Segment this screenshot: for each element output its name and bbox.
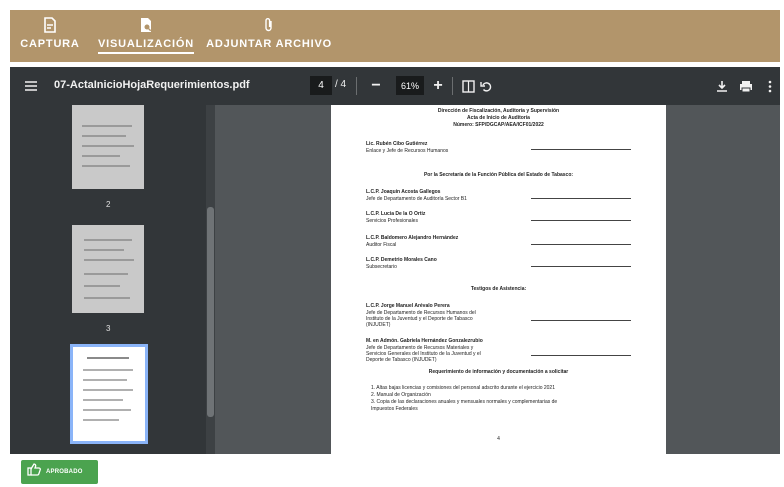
approve-button-label: APROBADO [46,469,83,475]
pdf-page: Dirección de Fiscalización, Auditoría y … [331,105,666,454]
tab-captura-label: CAPTURA [20,38,80,50]
signature-line [531,266,631,267]
signature-line [531,355,631,356]
signer-name: L.C.P. Baldomero Alejandro Hernández [366,235,459,241]
thumbnail-sidebar: 2 3 [10,105,215,454]
thumbs-up-icon [27,463,41,481]
tab-bar: CAPTURA VISUALIZACIÓN ADJUNTAR ARCHIVO [10,10,780,62]
fit-page-icon[interactable] [458,76,478,96]
witness-role: Deporte de Tabasco (INJUDET) [366,357,437,363]
doc-page-number: 4 [497,436,500,442]
more-options-icon[interactable] [760,76,780,96]
document-scrollbar[interactable] [770,105,780,454]
requirement-item: 2. Manual de Organización [371,392,431,398]
thumbnail-scrollbar-handle[interactable] [207,207,214,417]
witness-role: (INJUDET) [366,322,391,328]
requirement-item: 1. Altas bajas licencias y comisiones de… [371,385,555,391]
signer-name: L.C.P. Demetrio Morales Cano [366,257,437,263]
paperclip-icon [261,16,277,34]
pdf-viewer: 07-ActaInicioHojaRequerimientos.pdf 4 / … [10,67,780,454]
pdf-filename: 07-ActaInicioHojaRequerimientos.pdf [54,79,250,91]
signature-line [531,244,631,245]
signature-line [531,149,631,150]
zoom-out-button[interactable]: − [366,76,386,96]
signer-role: Jefe de Departamento de Auditoría Sector… [366,196,467,202]
thumbnail-page-2[interactable] [72,225,144,313]
requirement-item: 3. Copia de las declaraciones anuales y … [371,399,558,405]
zoom-level-input[interactable]: 61% [396,76,424,95]
edit-document-icon [42,16,58,34]
page-number-input[interactable]: 4 [310,76,332,95]
signature-line [531,198,631,199]
toolbar-divider [452,77,453,95]
tab-adjuntar-archivo[interactable]: ADJUNTAR ARCHIVO [206,16,331,58]
signature-line [531,220,631,221]
signer-role: Auditor Fiscal [366,242,397,248]
requirements-heading: Requerimiento de información y documenta… [428,369,569,375]
document-view-icon [138,16,154,34]
tab-visualizacion[interactable]: VISUALIZACIÓN [98,16,194,58]
witness-name: M. en Admón. Gabriela Hernández Gonzalez… [366,338,483,344]
section-heading: Por la Secretaría de la Función Pública … [423,172,574,178]
witness-name: L.C.P. Jorge Manuel Arévalo Perera [366,303,450,309]
rotate-icon[interactable] [476,76,496,96]
requirement-item: Impuestos Federales [371,406,418,412]
toolbar-divider [356,77,357,95]
thumbnail-page-1[interactable] [72,105,144,189]
doc-header-line: Número: SFP/DGCAP/AEA/ICF01/2022 [453,122,544,128]
page-total: / 4 [335,79,347,90]
tab-adjuntar-label: ADJUNTAR ARCHIVO [206,38,332,50]
signer-name: Lic. Rubén Cibo Gutiérrez [366,141,428,147]
signer-name: L.C.P. Joaquín Acosta Gallegos [366,189,441,195]
signer-role: Servicios Profesionales [366,218,418,224]
section-heading: Testigos de Asistencia: [470,286,527,292]
zoom-in-button[interactable]: + [428,76,448,96]
doc-header-line: Acta de Inicio de Auditoría [467,115,530,121]
menu-icon[interactable] [24,79,38,93]
download-icon[interactable] [712,76,732,96]
approve-button[interactable]: APROBADO [21,460,98,484]
signature-line [531,320,631,321]
signer-name: L.C.P. Lucia De la O Ortiz [366,211,426,217]
pdf-toolbar: 07-ActaInicioHojaRequerimientos.pdf 4 / … [10,67,780,105]
thumbnail-number: 3 [106,324,111,333]
tab-captura[interactable]: CAPTURA [20,16,80,58]
thumbnail-number: 2 [106,200,111,209]
signer-role: Enlace y Jefe de Recursos Humanos [366,148,449,154]
signer-role: Subsecretario [366,264,397,270]
thumbnail-page-current[interactable] [70,344,148,444]
print-icon[interactable] [736,76,756,96]
doc-header-line: Dirección de Fiscalización, Auditoría y … [437,108,560,114]
tab-visualizacion-label: VISUALIZACIÓN [98,38,194,54]
